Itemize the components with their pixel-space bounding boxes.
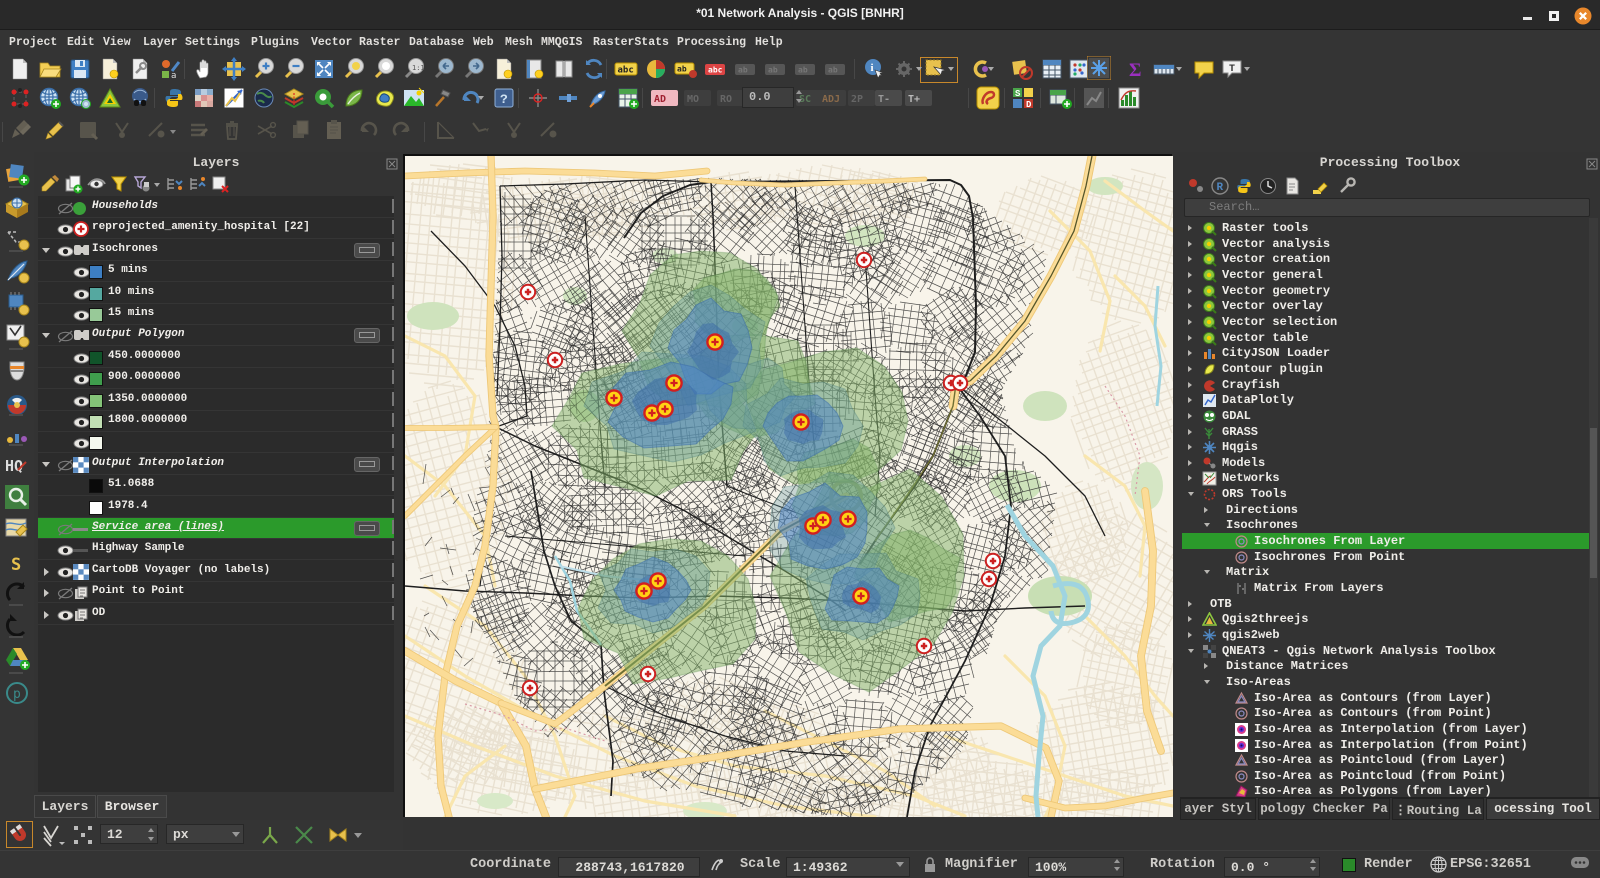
svg-text:ADJ: ADJ: [822, 94, 840, 105]
svg-text:S: S: [11, 555, 21, 575]
svg-text:?: ?: [500, 92, 508, 107]
svg-text:ab: ab: [677, 65, 687, 74]
svg-text:Σ: Σ: [1129, 60, 1141, 81]
svg-text:S: S: [1015, 89, 1021, 99]
svg-text:2P: 2P: [851, 94, 863, 105]
svg-text:p: p: [13, 687, 21, 702]
svg-text:RO: RO: [720, 94, 732, 105]
svg-text:T+: T+: [908, 94, 920, 105]
svg-text:T: T: [1229, 64, 1235, 75]
svg-text:R: R: [1217, 182, 1224, 194]
svg-text:abc: abc: [618, 66, 634, 76]
svg-text:T-: T-: [878, 94, 890, 105]
svg-text:ab: ab: [798, 66, 808, 75]
svg-text:ab: ab: [828, 66, 838, 75]
svg-text:a: a: [171, 71, 176, 81]
svg-text:ab: ab: [768, 66, 778, 75]
svg-text:MO: MO: [687, 94, 699, 105]
svg-text:ab: ab: [738, 66, 748, 75]
svg-text:i: i: [871, 62, 874, 74]
svg-text:D: D: [1026, 100, 1032, 110]
svg-text:1:1: 1:1: [412, 64, 425, 72]
svg-text:AD: AD: [654, 94, 666, 105]
svg-text:HQ: HQ: [5, 457, 23, 475]
svg-text:abc: abc: [708, 66, 723, 75]
